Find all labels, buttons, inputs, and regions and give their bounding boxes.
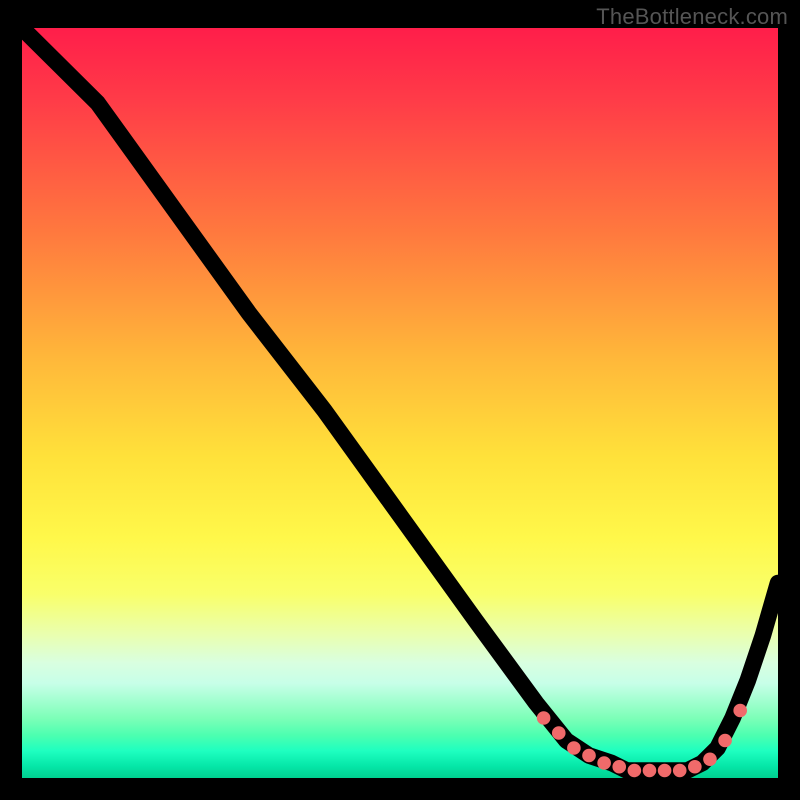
data-marker <box>597 756 611 770</box>
data-marker <box>703 753 717 767</box>
chart-svg <box>22 28 778 778</box>
attribution-text: TheBottleneck.com <box>596 4 788 30</box>
data-marker <box>552 726 566 740</box>
data-marker <box>582 749 596 763</box>
data-marker <box>733 704 747 718</box>
data-marker <box>612 760 626 774</box>
chart-plot <box>22 28 778 778</box>
data-marker <box>628 764 642 778</box>
data-marker <box>567 741 581 755</box>
chart-frame <box>22 28 778 778</box>
data-marker <box>688 760 702 774</box>
data-marker <box>643 764 657 778</box>
data-marker <box>718 734 732 748</box>
data-marker <box>673 764 687 778</box>
data-marker <box>658 764 672 778</box>
data-marker <box>537 711 551 725</box>
bottleneck-curve <box>22 28 778 771</box>
